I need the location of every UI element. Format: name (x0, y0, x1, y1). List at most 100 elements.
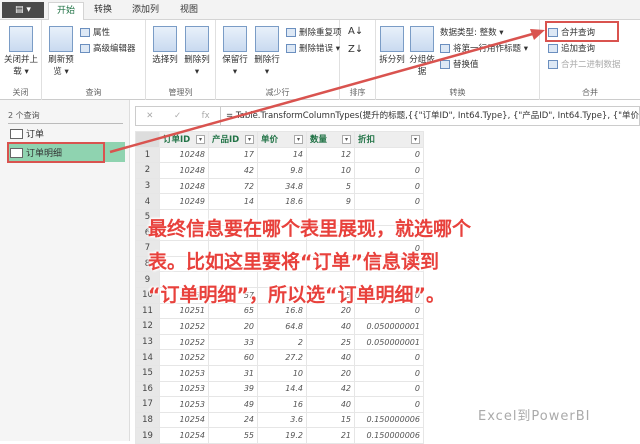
table-cell[interactable]: 10252 (159, 349, 209, 366)
table-cell[interactable]: 16 (257, 396, 307, 413)
table-cell[interactable]: 31 (208, 364, 258, 382)
data-type-dropdown[interactable]: 数据类型: 整数 ▾ (440, 26, 504, 38)
table-cell[interactable]: 24 (208, 411, 258, 429)
table-cell[interactable]: 14.4 (257, 380, 307, 398)
table-cell[interactable]: 10252 (159, 318, 209, 335)
row-number[interactable]: 14 (135, 349, 160, 366)
column-header[interactable]: 数量 ▾ (306, 131, 355, 148)
row-number[interactable]: 19 (135, 427, 160, 444)
tab-view[interactable]: 视图 (172, 2, 206, 20)
table-cell[interactable]: 64.8 (257, 318, 307, 335)
table-cell[interactable]: 9.8 (257, 162, 307, 179)
filter-dropdown-icon[interactable]: ▾ (196, 135, 205, 145)
table-cell[interactable]: 10253 (159, 380, 209, 398)
filter-dropdown-icon[interactable]: ▾ (342, 135, 351, 145)
sort-descending-icon[interactable]: Z↓ (348, 44, 363, 55)
table-cell[interactable]: 55 (208, 427, 258, 444)
table-cell[interactable]: 40 (306, 396, 355, 413)
refresh-preview-button[interactable]: 刷新预览 ▾ (46, 26, 76, 78)
table-cell[interactable]: 40 (306, 349, 355, 366)
table-cell[interactable]: 19.2 (257, 427, 307, 444)
replace-values-button[interactable]: 替换值 (440, 58, 479, 70)
table-cell[interactable]: 0.050000001 (354, 333, 424, 351)
use-first-row-headers-button[interactable]: 将第一行用作标题 ▾ (440, 42, 528, 54)
file-menu-button[interactable]: ▤ ▾ (2, 2, 44, 18)
table-cell[interactable]: 0 (354, 146, 424, 164)
append-queries-button[interactable]: 追加查询 (548, 42, 595, 54)
row-number[interactable]: 12 (135, 318, 160, 335)
table-cell[interactable]: 34.8 (257, 177, 307, 195)
table-cell[interactable]: 14 (208, 193, 258, 210)
table-cell[interactable]: 0 (354, 349, 424, 366)
table-cell[interactable]: 18.6 (257, 193, 307, 210)
table-cell[interactable]: 10249 (159, 193, 209, 210)
table-cell[interactable]: 0 (354, 162, 424, 179)
table-cell[interactable]: 0.150000006 (354, 427, 424, 444)
query-item-order[interactable]: 订单 (10, 127, 44, 140)
combine-binaries-button[interactable]: 合并二进制数据 (548, 58, 621, 70)
table-cell[interactable]: 0 (354, 193, 424, 210)
sort-ascending-icon[interactable]: A↓ (348, 26, 363, 37)
keep-rows-button[interactable]: 保留行 ▾ (220, 26, 250, 78)
row-number[interactable]: 18 (135, 411, 160, 429)
row-number[interactable]: 17 (135, 396, 160, 413)
table-cell[interactable]: 20 (208, 318, 258, 335)
table-cell[interactable]: 42 (208, 162, 258, 179)
table-cell[interactable]: 12 (306, 146, 355, 164)
grid-corner[interactable] (135, 131, 160, 148)
table-cell[interactable]: 17 (208, 146, 258, 164)
table-cell[interactable]: 14 (257, 146, 307, 164)
row-number[interactable]: 3 (135, 177, 160, 195)
remove-duplicates-button[interactable]: 删除重复项 (286, 26, 342, 38)
table-cell[interactable]: 10248 (159, 146, 209, 164)
table-cell[interactable]: 27.2 (257, 349, 307, 366)
table-cell[interactable]: 39 (208, 380, 258, 398)
table-cell[interactable]: 25 (306, 333, 355, 351)
table-cell[interactable]: 2 (257, 333, 307, 351)
table-cell[interactable]: 0 (354, 380, 424, 398)
remove-errors-button[interactable]: 删除错误 ▾ (286, 42, 340, 54)
remove-columns-button[interactable]: 删除列 ▾ (182, 26, 212, 78)
choose-columns-button[interactable]: 选择列 (150, 26, 180, 66)
table-cell[interactable]: 10248 (159, 162, 209, 179)
remove-rows-button[interactable]: 删除行 ▾ (252, 26, 282, 78)
table-cell[interactable]: 49 (208, 396, 258, 413)
fx-icon[interactable]: fx (202, 107, 210, 125)
tab-home[interactable]: 开始 (48, 2, 85, 20)
table-cell[interactable]: 10253 (159, 364, 209, 382)
table-cell[interactable]: 5 (306, 177, 355, 195)
table-cell[interactable]: 72 (208, 177, 258, 195)
table-cell[interactable]: 0.050000001 (354, 318, 424, 335)
table-cell[interactable]: 42 (306, 380, 355, 398)
formula-text[interactable]: = Table.TransformColumnTypes(提升的标题,{{"订单… (226, 107, 639, 125)
table-cell[interactable]: 10252 (159, 333, 209, 351)
table-cell[interactable]: 0.150000006 (354, 411, 424, 429)
row-number[interactable]: 13 (135, 333, 160, 351)
group-by-button[interactable]: 分组依据 (408, 26, 436, 78)
table-cell[interactable]: 20 (306, 364, 355, 382)
table-cell[interactable]: 33 (208, 333, 258, 351)
table-cell[interactable]: 0 (354, 177, 424, 195)
row-number[interactable]: 1 (135, 146, 160, 164)
table-cell[interactable]: 9 (306, 193, 355, 210)
close-and-load-button[interactable]: 关闭并上载 ▾ (4, 26, 38, 78)
filter-dropdown-icon[interactable]: ▾ (411, 135, 420, 145)
filter-dropdown-icon[interactable]: ▾ (245, 135, 254, 145)
split-column-button[interactable]: 拆分列 (378, 26, 406, 66)
formula-bar[interactable]: ✕ ✓ fx = Table.TransformColumnTypes(提升的标题,… (135, 106, 640, 126)
table-cell[interactable]: 10 (257, 364, 307, 382)
table-cell[interactable]: 21 (306, 427, 355, 444)
check-icon[interactable]: ✓ (174, 107, 181, 125)
column-header[interactable]: 单价 ▾ (257, 131, 307, 148)
row-number[interactable]: 2 (135, 162, 160, 179)
row-number[interactable]: 16 (135, 380, 160, 398)
properties-button[interactable]: 属性 (80, 26, 110, 38)
column-header[interactable]: 产品ID ▾ (208, 131, 258, 148)
table-cell[interactable]: 10 (306, 162, 355, 179)
table-cell[interactable]: 60 (208, 349, 258, 366)
table-cell[interactable]: 10248 (159, 177, 209, 195)
table-cell[interactable]: 0 (354, 364, 424, 382)
tab-add-column[interactable]: 添加列 (124, 2, 167, 20)
table-cell[interactable]: 3.6 (257, 411, 307, 429)
row-number[interactable]: 4 (135, 193, 160, 210)
